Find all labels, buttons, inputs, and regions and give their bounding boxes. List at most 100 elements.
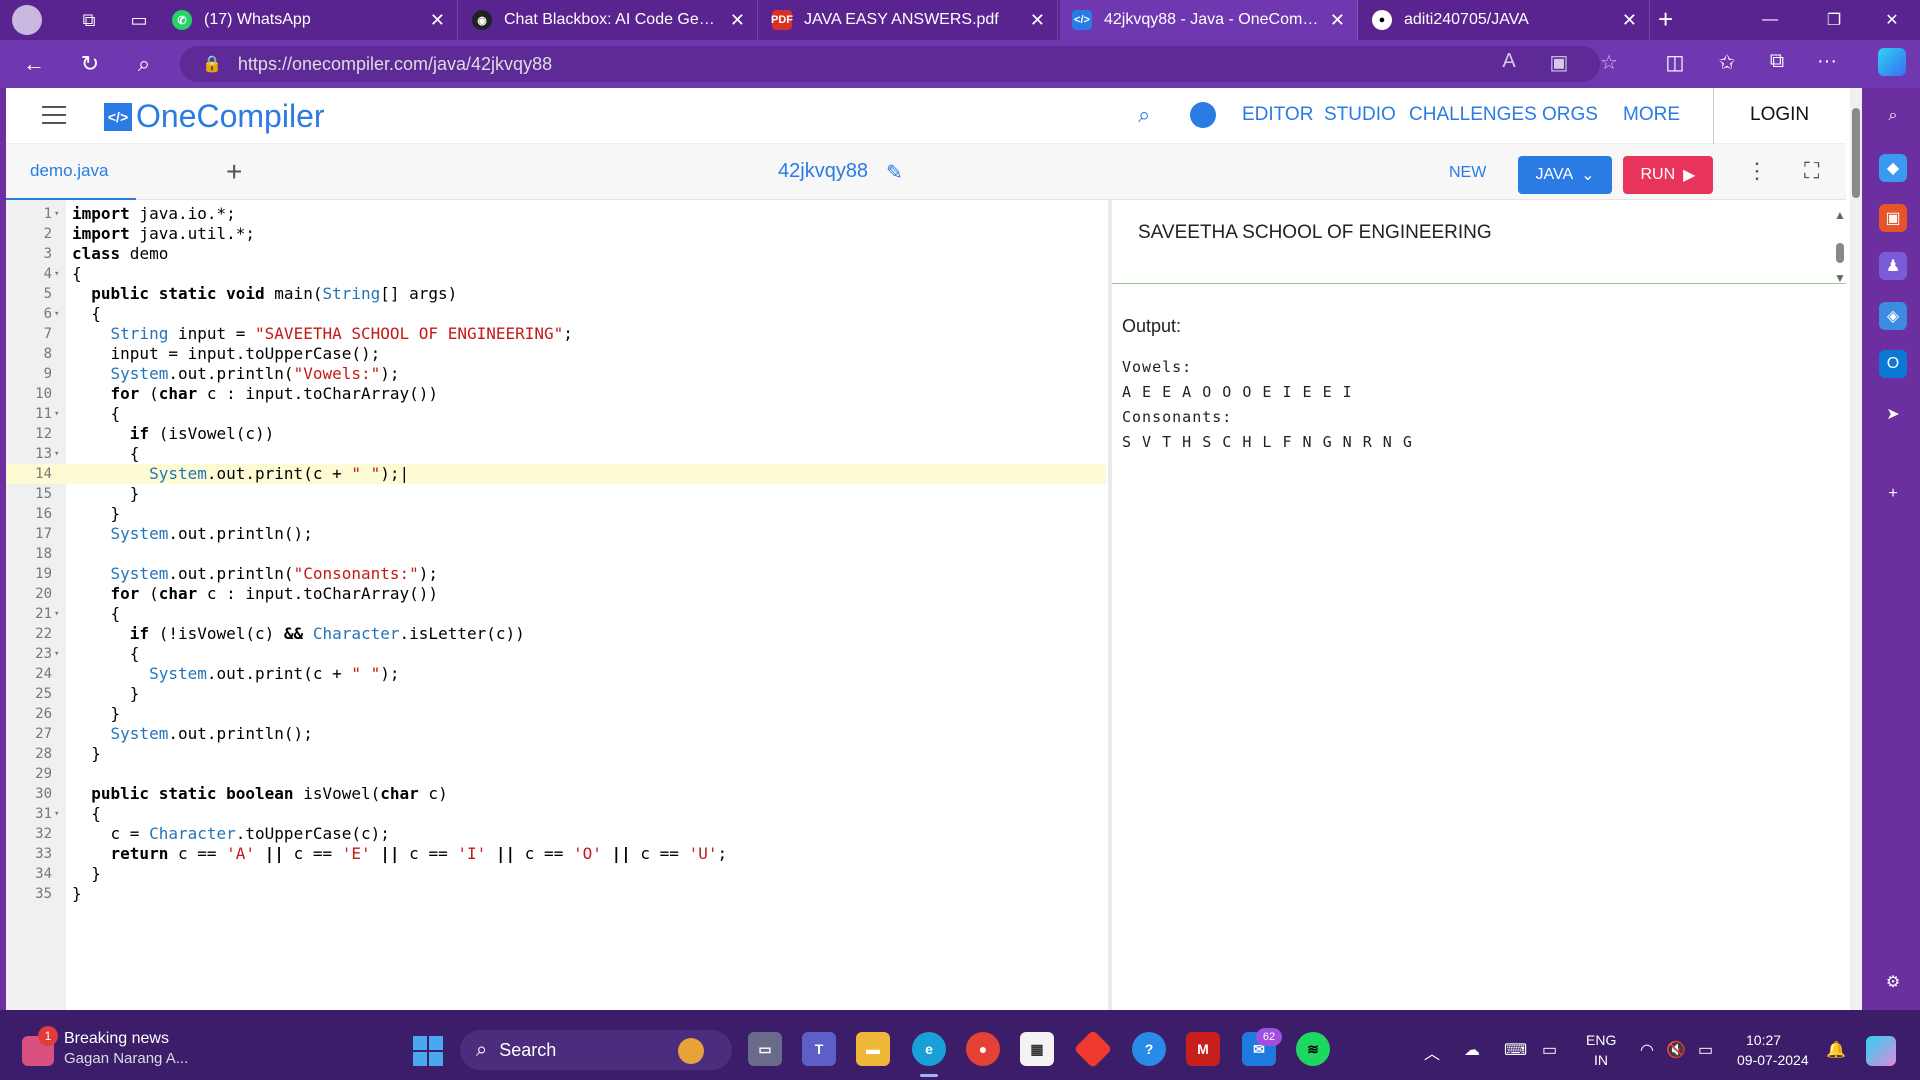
- notification-bell-icon[interactable]: 🔔: [1826, 1040, 1846, 1060]
- code-line[interactable]: 29: [6, 764, 1106, 784]
- file-tab-demo-java[interactable]: demo.java: [6, 144, 136, 200]
- fold-arrow-icon[interactable]: ▾: [54, 804, 59, 824]
- fold-arrow-icon[interactable]: ▾: [54, 404, 59, 424]
- fold-arrow-icon[interactable]: ▾: [54, 204, 59, 224]
- wifi-icon[interactable]: ◠: [1640, 1040, 1654, 1060]
- code-line[interactable]: 23 ▾ {: [6, 644, 1106, 664]
- close-icon[interactable]: ✕: [1622, 10, 1637, 31]
- clock-date[interactable]: 09-07-2024: [1737, 1052, 1809, 1068]
- tab-onecompiler[interactable]: </> 42jkvqy88 - Java - OneCompiler ✕: [1060, 0, 1358, 40]
- favorites-icon[interactable]: ✩: [1712, 50, 1742, 75]
- collections-icon[interactable]: ⧉: [1762, 50, 1792, 73]
- fold-arrow-icon[interactable]: ▾: [54, 304, 59, 324]
- close-window-icon[interactable]: ✕: [1864, 0, 1920, 40]
- code-line[interactable]: 5 public static void main(String[] args): [6, 284, 1106, 304]
- volume-muted-icon[interactable]: 🔇: [1666, 1040, 1686, 1060]
- code-line[interactable]: 6 ▾ {: [6, 304, 1106, 324]
- tab-whatsapp[interactable]: ✆ (17) WhatsApp ✕: [160, 0, 458, 40]
- stdin-scroll-up-icon[interactable]: ▲: [1834, 208, 1846, 222]
- file-explorer-icon[interactable]: ▬: [856, 1032, 890, 1066]
- games-icon[interactable]: ♟: [1879, 252, 1907, 280]
- code-line[interactable]: 10 for (char c : input.toCharArray()): [6, 384, 1106, 404]
- spotify-icon[interactable]: ≋: [1296, 1032, 1330, 1066]
- copilot-taskbar-icon[interactable]: [1866, 1036, 1896, 1066]
- restore-icon[interactable]: ❐: [1806, 0, 1862, 40]
- code-line[interactable]: 8 input = input.toUpperCase();: [6, 344, 1106, 364]
- fullscreen-icon[interactable]: ⛶: [1804, 158, 1819, 184]
- code-line[interactable]: 13 ▾ {: [6, 444, 1106, 464]
- code-line[interactable]: 16 }: [6, 504, 1106, 524]
- nav-orgs[interactable]: ORGS: [1542, 104, 1598, 126]
- code-line[interactable]: 32 c = Character.toUpperCase(c);: [6, 824, 1106, 844]
- new-tab-icon[interactable]: +: [1658, 4, 1673, 35]
- sidebar-search-icon[interactable]: ⌕: [1879, 102, 1907, 130]
- tab-blackbox[interactable]: ◉ Chat Blackbox: AI Code Generati ✕: [460, 0, 758, 40]
- close-icon[interactable]: ✕: [1330, 10, 1345, 31]
- profile-icon[interactable]: [12, 5, 42, 35]
- code-line[interactable]: 30 public static boolean isVowel(char c): [6, 784, 1106, 804]
- site-logo[interactable]: </> OneCompiler: [104, 98, 325, 135]
- refresh-icon[interactable]: ↻: [74, 48, 106, 80]
- code-line[interactable]: 3 class demo: [6, 244, 1106, 264]
- read-aloud-icon[interactable]: A: [1494, 50, 1524, 73]
- tools-icon[interactable]: ▣: [1879, 204, 1907, 232]
- hamburger-menu-icon[interactable]: [42, 106, 66, 130]
- code-line[interactable]: 22 if (!isVowel(c) && Character.isLetter…: [6, 624, 1106, 644]
- code-line[interactable]: 35}: [6, 884, 1106, 904]
- page-scroll-thumb[interactable]: [1852, 108, 1860, 198]
- news-subtitle[interactable]: Gagan Narang A...: [64, 1050, 188, 1067]
- tab-github[interactable]: ● aditi240705/JAVA ✕: [1360, 0, 1650, 40]
- run-button[interactable]: RUN ▶: [1623, 156, 1713, 194]
- code-line[interactable]: 17 System.out.println();: [6, 524, 1106, 544]
- favorite-star-icon[interactable]: ☆: [1594, 50, 1624, 75]
- tab-pdf[interactable]: PDF JAVA EASY ANSWERS.pdf ✕: [760, 0, 1058, 40]
- code-line[interactable]: 11 ▾ {: [6, 404, 1106, 424]
- nav-more[interactable]: MORE: [1623, 104, 1680, 126]
- keyboard-icon[interactable]: ⌨: [1504, 1040, 1527, 1060]
- more-options-icon[interactable]: ⋮: [1746, 158, 1768, 184]
- code-editor[interactable]: 1 ▾ import java.io.*; 2 import java.util.*; 3…: [6, 200, 1106, 1010]
- tab-actions-icon[interactable]: ▭: [124, 5, 154, 35]
- windows-start-icon[interactable]: [413, 1036, 443, 1066]
- stdin-scroll-down-icon[interactable]: ▼: [1834, 271, 1846, 285]
- code-line[interactable]: 4 ▾ {: [6, 264, 1106, 284]
- pane-splitter[interactable]: [1108, 200, 1112, 1010]
- language-indicator[interactable]: ENG: [1586, 1032, 1616, 1048]
- add-file-icon[interactable]: +: [226, 156, 242, 188]
- more-menu-icon[interactable]: ···: [1812, 50, 1842, 73]
- url-field[interactable]: 🔒 https://onecompiler.com/java/42jkvqy88: [180, 46, 1600, 82]
- stdin-scroll-thumb[interactable]: [1836, 243, 1844, 263]
- theme-toggle-icon[interactable]: [1190, 102, 1216, 128]
- display-icon[interactable]: ▭: [1542, 1040, 1557, 1060]
- chrome-icon[interactable]: ●: [966, 1032, 1000, 1066]
- outlook-icon[interactable]: O: [1879, 350, 1907, 378]
- microsoft365-icon[interactable]: ◈: [1879, 302, 1907, 330]
- minimize-icon[interactable]: —: [1742, 0, 1798, 40]
- header-search-icon[interactable]: ⌕: [1138, 102, 1150, 128]
- task-view-icon[interactable]: ▭: [748, 1032, 782, 1066]
- code-line[interactable]: 19 System.out.println("Consonants:");: [6, 564, 1106, 584]
- close-icon[interactable]: ✕: [1030, 10, 1045, 31]
- workspaces-icon[interactable]: ⧉: [74, 5, 104, 35]
- fold-arrow-icon[interactable]: ▾: [54, 444, 59, 464]
- search-icon[interactable]: ⌕: [128, 48, 160, 80]
- taskbar-search[interactable]: ⌕ Search: [460, 1030, 732, 1070]
- teams-icon[interactable]: T: [802, 1032, 836, 1066]
- battery-icon[interactable]: ▭: [1698, 1040, 1713, 1060]
- news-title[interactable]: Breaking news: [64, 1030, 169, 1048]
- code-line[interactable]: 27 System.out.println();: [6, 724, 1106, 744]
- code-line[interactable]: 14 System.out.print(c + " ");|: [6, 464, 1106, 484]
- nav-editor[interactable]: EDITOR: [1242, 104, 1313, 126]
- page-scrollbar[interactable]: [1850, 88, 1862, 1010]
- fold-arrow-icon[interactable]: ▾: [54, 604, 59, 624]
- code-line[interactable]: 28 }: [6, 744, 1106, 764]
- code-line[interactable]: 34 }: [6, 864, 1106, 884]
- code-line[interactable]: 25 }: [6, 684, 1106, 704]
- nav-challenges[interactable]: CHALLENGES: [1409, 104, 1537, 126]
- edit-pencil-icon[interactable]: ✎: [886, 160, 903, 185]
- close-icon[interactable]: ✕: [430, 10, 445, 31]
- send-icon[interactable]: ➤: [1879, 400, 1907, 428]
- show-hidden-icons-chevron[interactable]: ︿: [1424, 1040, 1440, 1064]
- anydesk-icon[interactable]: [1073, 1029, 1113, 1069]
- nav-studio[interactable]: STUDIO: [1324, 104, 1396, 126]
